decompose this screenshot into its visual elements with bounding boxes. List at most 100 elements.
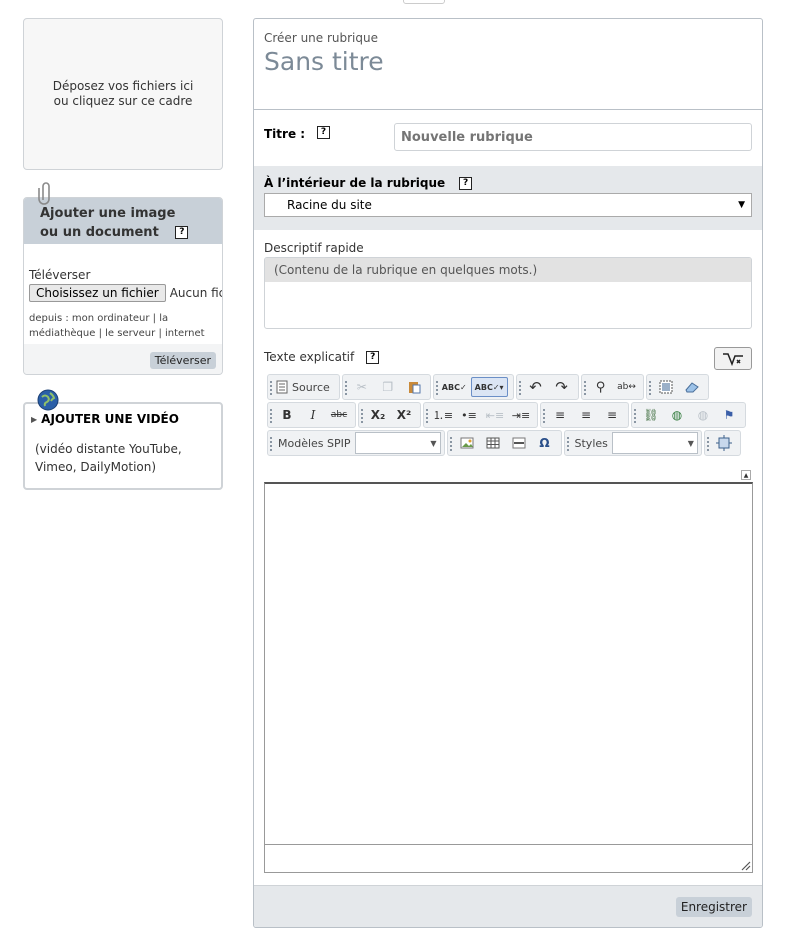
- math-formula-icon: [723, 352, 743, 366]
- description-label: Descriptif rapide: [264, 241, 364, 255]
- image-icon[interactable]: [456, 433, 478, 453]
- subscript-icon[interactable]: X₂: [367, 405, 389, 425]
- horizontal-rule-icon[interactable]: [508, 433, 530, 453]
- styles-select[interactable]: ▼: [611, 432, 698, 454]
- copy-icon[interactable]: ❐: [377, 377, 399, 397]
- dropdown-arrow-icon: ▼: [738, 200, 745, 210]
- file-dropzone[interactable]: Déposez vos fichiers ici ou cliquez sur …: [23, 18, 223, 170]
- link-icon[interactable]: ⛓: [640, 405, 662, 425]
- source-internet-link[interactable]: internet: [165, 328, 205, 339]
- rich-text-editor[interactable]: ▲: [264, 470, 753, 873]
- spip-models-select[interactable]: ▼: [354, 432, 441, 454]
- title-row: Titre : ?: [254, 110, 762, 166]
- align-center-icon[interactable]: ≡: [575, 405, 597, 425]
- dropzone-text-line2: ou cliquez sur ce cadre: [53, 94, 193, 108]
- parent-row: À l’intérieur de la rubrique ? Racine du…: [254, 166, 762, 230]
- parent-select[interactable]: Racine du site ▼: [264, 193, 752, 217]
- help-icon[interactable]: ?: [317, 126, 330, 139]
- link-globe-icon[interactable]: ◍: [666, 405, 688, 425]
- form-subtitle: Créer une rubrique: [264, 31, 378, 45]
- separator: |: [158, 328, 162, 339]
- choose-file-button[interactable]: Choisissez un fichier: [29, 284, 166, 302]
- title-label: Titre :: [264, 127, 306, 141]
- separator: |: [98, 328, 102, 339]
- upload-label: Téléverser: [29, 268, 91, 282]
- outdent-icon[interactable]: ⇤≡: [484, 405, 506, 425]
- numbered-list-icon[interactable]: ⒈≡: [432, 405, 454, 425]
- add-document-title-line1: Ajouter une image: [40, 206, 176, 221]
- add-video-description: (vidéo distante YouTube, Vimeo, DailyMot…: [31, 440, 221, 476]
- expand-triangle-icon: ▶: [31, 414, 38, 424]
- top-tab-handle: [403, 0, 445, 4]
- resize-handle-icon[interactable]: [739, 859, 751, 871]
- text-row: Texte explicatif ?: [264, 347, 752, 370]
- add-document-body: Téléverser Choisissez un fichier Aucun f…: [24, 244, 222, 344]
- replace-icon[interactable]: ab↔: [616, 377, 638, 397]
- editor-toolbar: Source ✂ ❐ ABC✓ ABC✓▾ ↶ ↷ ⚲ ab↔ B I abc …: [267, 373, 753, 457]
- add-video-desc-line2: Vimeo, DailyMotion): [35, 460, 157, 474]
- page-title: Sans titre: [264, 47, 384, 76]
- italic-icon[interactable]: I: [302, 405, 324, 425]
- redo-icon[interactable]: ↷: [551, 377, 573, 397]
- upload-button[interactable]: Téléverser: [149, 351, 216, 369]
- table-icon[interactable]: [482, 433, 504, 453]
- bulleted-list-icon[interactable]: •≡: [458, 405, 480, 425]
- add-document-box: Ajouter une image ou un document ? Télév…: [23, 197, 223, 375]
- add-video-desc-line1: (vidéo distante YouTube,: [35, 442, 182, 456]
- cut-icon[interactable]: ✂: [351, 377, 373, 397]
- special-char-icon[interactable]: Ω: [534, 433, 556, 453]
- upload-sources: depuis : mon ordinateur | la médiathèque…: [29, 311, 217, 341]
- file-input[interactable]: Choisissez un fichier Aucun fichier choi…: [29, 284, 222, 302]
- text-label: Texte explicatif: [264, 350, 355, 364]
- source-label: Source: [292, 380, 330, 394]
- description-textarea[interactable]: (Contenu de la rubrique en quelques mots…: [264, 257, 752, 329]
- source-button[interactable]: Source: [276, 377, 334, 397]
- parent-select-value: Racine du site: [287, 198, 372, 212]
- create-section-form: Créer une rubrique Sans titre Titre : ? …: [253, 18, 763, 928]
- styles-label: Styles: [574, 436, 608, 450]
- undo-icon[interactable]: ↶: [525, 377, 547, 397]
- source-computer-link[interactable]: mon ordinateur: [72, 313, 150, 324]
- bold-icon[interactable]: B: [276, 405, 298, 425]
- globe-icon: [37, 389, 59, 411]
- add-document-title-line2: ou un document: [40, 225, 159, 240]
- align-right-icon[interactable]: ≡: [601, 405, 623, 425]
- form-header: Créer une rubrique Sans titre: [254, 19, 762, 110]
- strikethrough-icon[interactable]: abc: [328, 405, 350, 425]
- help-icon[interactable]: ?: [459, 176, 473, 190]
- description-row: Descriptif rapide (Contenu de la rubriqu…: [264, 241, 752, 329]
- paperclip-icon: [38, 182, 50, 205]
- form-footer: Enregistrer: [254, 885, 762, 927]
- find-icon[interactable]: ⚲: [590, 377, 612, 397]
- description-placeholder: (Contenu de la rubrique en quelques mots…: [265, 258, 751, 282]
- help-icon[interactable]: ?: [366, 350, 380, 364]
- source-server-link[interactable]: le serveur: [105, 328, 155, 339]
- select-all-icon[interactable]: [655, 377, 677, 397]
- save-button[interactable]: Enregistrer: [675, 896, 752, 917]
- anchor-flag-icon[interactable]: ⚑: [718, 405, 740, 425]
- add-video-toggle[interactable]: ▶ AJOUTER UNE VIDÉO: [31, 412, 221, 426]
- spellcheck-icon[interactable]: ABC✓: [442, 377, 467, 397]
- collapse-toolbar-icon[interactable]: ▲: [741, 470, 751, 480]
- eraser-icon[interactable]: [681, 377, 703, 397]
- help-icon[interactable]: ?: [175, 226, 189, 239]
- add-video-box: ▶ AJOUTER UNE VIDÉO (vidéo distante YouT…: [23, 402, 223, 490]
- title-input[interactable]: [394, 123, 752, 151]
- editor-status-bar: [265, 844, 752, 872]
- document-icon: [276, 380, 288, 394]
- align-left-icon[interactable]: ≡: [549, 405, 571, 425]
- indent-icon[interactable]: ⇥≡: [510, 405, 532, 425]
- from-label: depuis :: [29, 313, 69, 324]
- no-file-text: Aucun fichier choisi: [169, 286, 222, 300]
- paste-icon[interactable]: [403, 377, 425, 397]
- spellcheck-as-you-type-icon[interactable]: ABC✓▾: [470, 377, 508, 397]
- math-formula-button[interactable]: [714, 347, 752, 370]
- unlink-icon[interactable]: ◍: [692, 405, 714, 425]
- separator: |: [152, 313, 157, 324]
- dropzone-text-line1: Déposez vos fichiers ici: [52, 79, 194, 93]
- add-video-title: AJOUTER UNE VIDÉO: [41, 412, 179, 426]
- parent-label: À l’intérieur de la rubrique: [264, 176, 446, 190]
- superscript-icon[interactable]: X²: [393, 405, 415, 425]
- add-document-footer: Téléverser: [24, 344, 222, 374]
- show-blocks-icon[interactable]: [713, 433, 735, 453]
